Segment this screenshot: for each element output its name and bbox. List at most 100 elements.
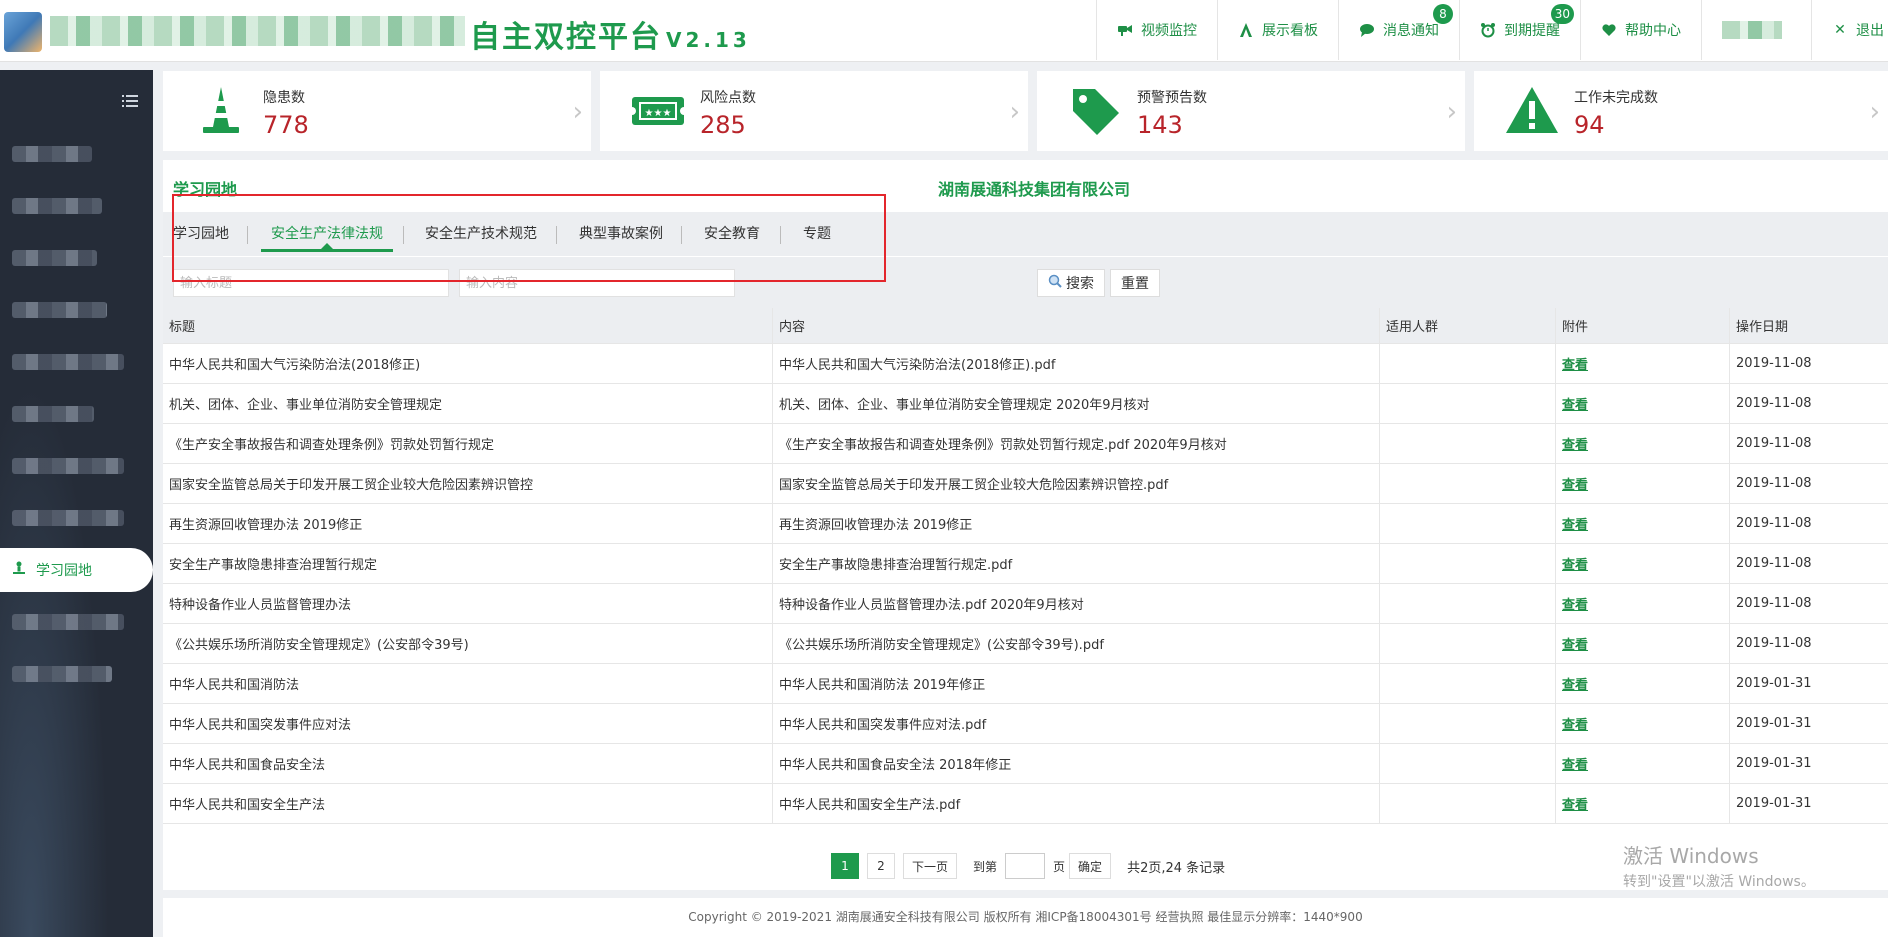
view-attachment-link[interactable]: 查看 — [1562, 594, 1588, 613]
next-page-button[interactable]: 下一页 — [903, 853, 958, 879]
tab-separator — [780, 226, 781, 244]
message-icon — [1359, 22, 1375, 38]
cell-date: 2019-11-08 — [1736, 596, 1812, 611]
view-attachment-link[interactable]: 查看 — [1562, 634, 1588, 653]
nav-logout[interactable]: ✕ 退出 — [1811, 0, 1888, 60]
cell-date: 2019-11-08 — [1736, 636, 1812, 651]
tab-separator — [403, 226, 404, 244]
nav-dashboard[interactable]: 展示看板 — [1217, 0, 1338, 60]
column-header-content: 内容 — [773, 308, 1380, 343]
stat-label: 隐患数 — [263, 90, 305, 106]
title-search-input[interactable] — [173, 269, 449, 297]
search-button[interactable]: 搜索 — [1037, 269, 1105, 297]
view-attachment-link[interactable]: 查看 — [1562, 354, 1588, 373]
cell-content: 中华人民共和国安全生产法.pdf — [773, 784, 1380, 823]
sidebar-item-2[interactable] — [0, 184, 153, 228]
chevron-right-icon: › — [1009, 97, 1020, 127]
nav-expiry-reminder[interactable]: 到期提醒 30 — [1459, 0, 1580, 60]
stat-card-risk-points[interactable]: ★★★ 风险点数 285 › — [600, 71, 1028, 151]
sidebar-item-10[interactable] — [0, 600, 153, 644]
stat-card-warnings[interactable]: 预警预告数 143 › — [1037, 71, 1465, 151]
tab-special-topics[interactable]: 专题 — [803, 212, 831, 256]
stat-value: 778 — [263, 111, 309, 139]
watermark-line2: 转到"设置"以激活 Windows。 — [1623, 874, 1815, 890]
cell-audience — [1380, 424, 1556, 463]
nav-video-monitor[interactable]: 视频监控 — [1096, 0, 1217, 60]
cell-attachment: 查看 — [1556, 344, 1730, 383]
heart-icon — [1601, 22, 1617, 38]
reset-button[interactable]: 重置 — [1110, 269, 1160, 297]
stat-label: 预警预告数 — [1137, 90, 1207, 106]
sidebar-item-4[interactable] — [0, 288, 153, 332]
view-attachment-link[interactable]: 查看 — [1562, 514, 1588, 533]
tab-technical-specs[interactable]: 安全生产技术规范 — [425, 212, 537, 256]
stat-value: 94 — [1574, 111, 1605, 139]
nav-video-monitor-label: 视频监控 — [1141, 23, 1197, 39]
view-attachment-link[interactable]: 查看 — [1562, 794, 1588, 813]
column-header-audience: 适用人群 — [1380, 308, 1556, 343]
cell-content: 《公共娱乐场所消防安全管理规定》(公安部令39号).pdf — [773, 624, 1380, 663]
page-button-1[interactable]: 1 — [831, 853, 859, 879]
sidebar-item-6[interactable] — [0, 392, 153, 436]
tab-safety-education[interactable]: 安全教育 — [704, 212, 760, 256]
view-attachment-link[interactable]: 查看 — [1562, 714, 1588, 733]
nav-user-account[interactable] — [1701, 0, 1811, 60]
search-button-label: 搜索 — [1066, 276, 1094, 292]
sidebar-item-7[interactable] — [0, 444, 153, 488]
cell-audience — [1380, 464, 1556, 503]
sidebar-item-3[interactable] — [0, 236, 153, 280]
chevron-right-icon: › — [572, 97, 583, 127]
sidebar-item-5[interactable] — [0, 340, 153, 384]
view-attachment-link[interactable]: 查看 — [1562, 754, 1588, 773]
goto-label: 到第 — [973, 859, 998, 874]
table-row: 中华人民共和国食品安全法 中华人民共和国食品安全法 2018年修正 查看 2019-0… — [163, 744, 1888, 784]
cell-audience — [1380, 344, 1556, 383]
cell-title: 安全生产事故隐患排查治理暂行规定 — [163, 544, 773, 583]
view-attachment-link[interactable]: 查看 — [1562, 434, 1588, 453]
cell-date: 2019-11-08 — [1736, 476, 1812, 491]
footer-copyright: Copyright © 2019-2021 湖南展通安全科技有限公司 版权所有 … — [688, 910, 1363, 924]
stat-card-unfinished-work[interactable]: 工作未完成数 94 › — [1474, 71, 1888, 151]
view-attachment-link[interactable]: 查看 — [1562, 474, 1588, 493]
cell-attachment: 查看 — [1556, 424, 1730, 463]
blurred-menu-label — [12, 458, 124, 474]
sidebar-item-8[interactable] — [0, 496, 153, 540]
tab-study-garden[interactable]: 学习园地 — [173, 212, 229, 256]
stat-card-hazards[interactable]: 隐患数 778 › — [163, 71, 591, 151]
cell-attachment: 查看 — [1556, 704, 1730, 743]
view-attachment-link[interactable]: 查看 — [1562, 394, 1588, 413]
menu-toggle-icon[interactable] — [122, 94, 138, 108]
sidebar-item-study-garden[interactable]: 学习园地 — [0, 548, 153, 592]
cell-title: 再生资源回收管理办法 2019修正 — [163, 504, 773, 543]
table-row: 国家安全监管总局关于印发开展工贸企业较大危险因素辨识管控 国家安全监管总局关于印发… — [163, 464, 1888, 504]
table-row: 《生产安全事故报告和调查处理条例》罚款处罚暂行规定 《生产安全事故报告和调查处理条… — [163, 424, 1888, 464]
column-header-date: 操作日期 — [1736, 320, 1789, 335]
content-search-input[interactable] — [459, 269, 735, 297]
page-button-2[interactable]: 2 — [867, 853, 895, 879]
blurred-menu-label — [12, 614, 124, 630]
table-row: 中华人民共和国安全生产法 中华人民共和国安全生产法.pdf 查看 2019-01-31 — [163, 784, 1888, 824]
tab-accident-cases[interactable]: 典型事故案例 — [579, 212, 663, 256]
cell-content: 机关、团体、企业、事业单位消防安全管理规定 2020年9月核对 — [773, 384, 1380, 423]
chevron-right-icon: › — [1446, 97, 1457, 127]
blurred-menu-label — [12, 198, 102, 214]
top-nav: 视频监控 展示看板 消息通知 8 到期提醒 30 帮助中心 ✕ 退出 — [1096, 0, 1888, 60]
cell-audience — [1380, 664, 1556, 703]
goto-page-input[interactable] — [1005, 853, 1046, 879]
cell-audience — [1380, 384, 1556, 423]
blurred-brand-name — [50, 16, 465, 46]
blurred-menu-label — [12, 510, 124, 526]
view-attachment-link[interactable]: 查看 — [1562, 554, 1588, 573]
sidebar-item-11[interactable] — [0, 652, 153, 696]
sidebar-item-1[interactable] — [0, 132, 153, 176]
view-attachment-link[interactable]: 查看 — [1562, 674, 1588, 693]
nav-messages[interactable]: 消息通知 8 — [1338, 0, 1459, 60]
column-header-title: 标题 — [163, 308, 773, 343]
nav-help-center[interactable]: 帮助中心 — [1580, 0, 1701, 60]
cell-attachment: 查看 — [1556, 464, 1730, 503]
search-icon — [1048, 274, 1062, 292]
brand-title: 自主双控平台 V2.13 — [470, 12, 751, 56]
cell-attachment: 查看 — [1556, 584, 1730, 623]
cell-title: 中华人民共和国食品安全法 — [163, 744, 773, 783]
goto-confirm-button[interactable]: 确定 — [1069, 853, 1112, 879]
